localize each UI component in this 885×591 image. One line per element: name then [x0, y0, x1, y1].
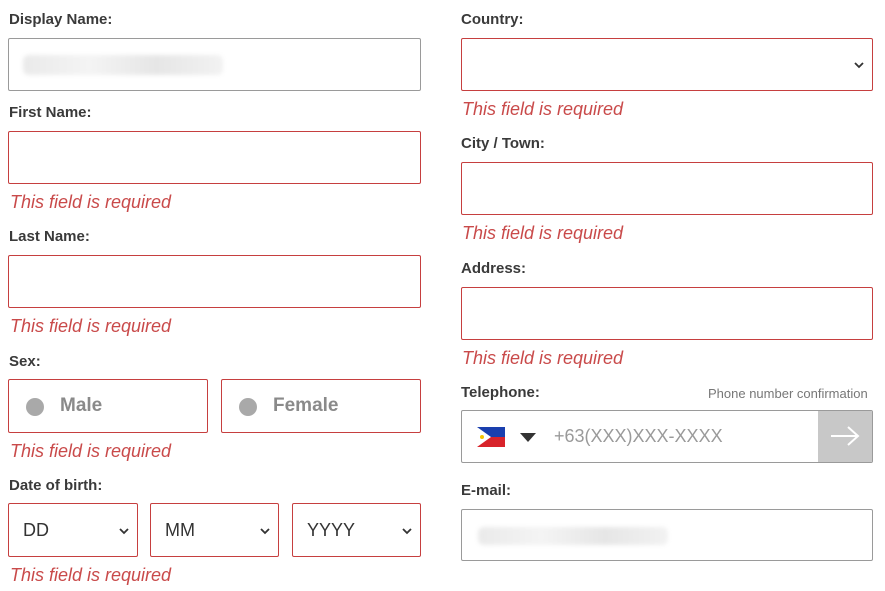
- chevron-down-icon: [119, 528, 129, 535]
- last-name-label: Last Name:: [9, 228, 90, 245]
- telephone-placeholder: +63(XXX)XXX-XXXX: [554, 426, 723, 446]
- address-error: This field is required: [462, 348, 624, 368]
- telephone-input[interactable]: +63(XXX)XXX-XXXX: [461, 410, 873, 463]
- philippines-flag-icon[interactable]: [477, 427, 505, 447]
- sex-label: Sex:: [9, 353, 41, 370]
- first-name-label: First Name:: [9, 104, 92, 121]
- dob-day-select[interactable]: DD: [8, 503, 138, 557]
- sex-error: This field is required: [10, 441, 172, 461]
- phone-confirmation-link[interactable]: Phone number confirmation: [708, 386, 868, 401]
- sex-option-male[interactable]: Male: [8, 379, 208, 433]
- dob-year-select[interactable]: YYYY: [292, 503, 421, 557]
- dob-label: Date of birth:: [9, 477, 103, 494]
- email-label: E-mail:: [461, 482, 512, 499]
- country-error: This field is required: [462, 99, 624, 119]
- blurred-display-name: [23, 55, 223, 75]
- telephone-label: Telephone:: [461, 384, 540, 401]
- radio-circle-icon: [239, 398, 257, 416]
- dob-year-value: YYYY: [307, 520, 356, 540]
- caret-down-icon[interactable]: [520, 433, 536, 442]
- chevron-down-icon: [260, 528, 270, 535]
- chevron-down-icon: [854, 62, 864, 69]
- dob-error: This field is required: [10, 565, 172, 585]
- sex-option-label: Female: [273, 395, 339, 416]
- dob-day-value: DD: [23, 520, 49, 540]
- address-input[interactable]: [461, 287, 873, 340]
- display-name-input[interactable]: [8, 38, 421, 91]
- country-select[interactable]: [461, 38, 873, 91]
- last-name-error: This field is required: [10, 316, 172, 336]
- phone-submit-button[interactable]: [818, 411, 872, 462]
- city-input[interactable]: [461, 162, 873, 215]
- chevron-down-icon: [402, 528, 412, 535]
- last-name-input[interactable]: [8, 255, 421, 308]
- city-label: City / Town:: [461, 135, 545, 152]
- address-label: Address:: [461, 260, 527, 277]
- first-name-error: This field is required: [10, 192, 172, 212]
- blurred-email: [478, 527, 668, 545]
- first-name-input[interactable]: [8, 131, 421, 184]
- dob-month-value: MM: [165, 520, 195, 540]
- sex-option-label: Male: [60, 395, 103, 416]
- email-input[interactable]: [461, 509, 873, 561]
- dob-month-select[interactable]: MM: [150, 503, 279, 557]
- arrow-right-icon: [831, 426, 860, 446]
- sex-option-female[interactable]: Female: [221, 379, 421, 433]
- country-label: Country:: [461, 11, 524, 28]
- display-name-label: Display Name:: [9, 11, 113, 28]
- city-error: This field is required: [462, 223, 624, 243]
- radio-circle-icon: [26, 398, 44, 416]
